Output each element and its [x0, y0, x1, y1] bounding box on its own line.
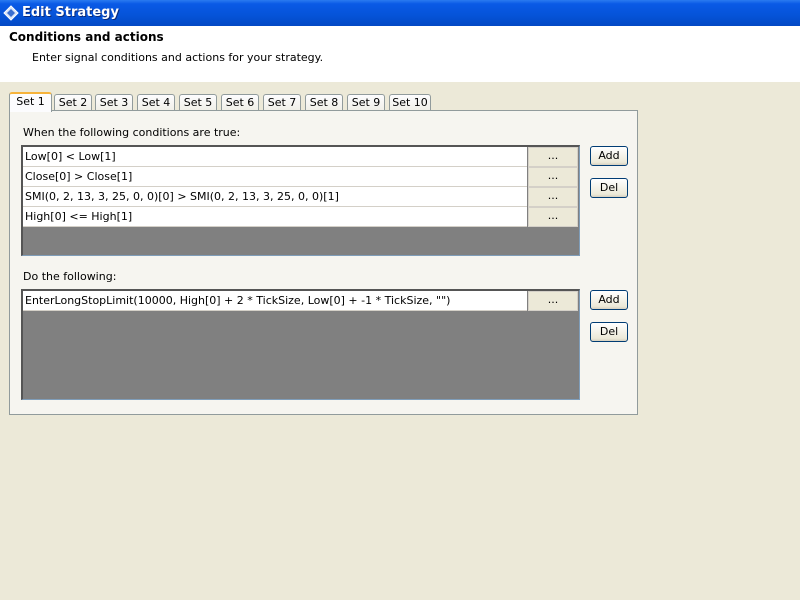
tab-set-6[interactable]: Set 6	[221, 94, 259, 111]
wizard-header: Conditions and actions Enter signal cond…	[0, 26, 800, 82]
edit-condition-button[interactable]: ...	[528, 147, 578, 167]
tab-set-10[interactable]: Set 10	[389, 94, 431, 111]
strategy-diamond-icon	[3, 5, 19, 21]
condition-expression[interactable]: Close[0] > Close[1]	[23, 167, 527, 187]
condition-expression[interactable]: SMI(0, 2, 13, 3, 25, 0, 0)[0] > SMI(0, 2…	[23, 187, 527, 207]
tab-panel: When the following conditions are true: …	[9, 110, 638, 415]
edit-condition-button[interactable]: ...	[528, 187, 578, 207]
condition-expression[interactable]: High[0] <= High[1]	[23, 207, 527, 227]
page-heading: Conditions and actions	[9, 30, 164, 44]
condition-expression[interactable]: Low[0] < Low[1]	[23, 147, 527, 167]
add-action-button[interactable]: Add	[590, 290, 628, 310]
delete-action-button[interactable]: Del	[590, 322, 628, 342]
add-condition-button[interactable]: Add	[590, 146, 628, 166]
edit-condition-button[interactable]: ...	[528, 167, 578, 187]
title-bar[interactable]: Edit Strategy	[0, 0, 800, 26]
edit-action-button[interactable]: ...	[528, 291, 578, 311]
tab-set-3[interactable]: Set 3	[95, 94, 133, 111]
conditions-label: When the following conditions are true:	[23, 126, 241, 139]
delete-condition-button[interactable]: Del	[590, 178, 628, 198]
tab-set-9[interactable]: Set 9	[347, 94, 385, 111]
window-title: Edit Strategy	[22, 5, 119, 20]
tab-set-4[interactable]: Set 4	[137, 94, 175, 111]
tab-set-2[interactable]: Set 2	[54, 94, 92, 111]
tab-set-8[interactable]: Set 8	[305, 94, 343, 111]
page-subtitle: Enter signal conditions and actions for …	[32, 51, 324, 64]
tab-set-5[interactable]: Set 5	[179, 94, 217, 111]
actions-list[interactable]: EnterLongStopLimit(10000, High[0] + 2 * …	[21, 289, 580, 400]
tab-set-1[interactable]: Set 1	[9, 92, 52, 112]
action-expression[interactable]: EnterLongStopLimit(10000, High[0] + 2 * …	[23, 291, 527, 311]
actions-label: Do the following:	[23, 270, 117, 283]
tab-set-7[interactable]: Set 7	[263, 94, 301, 111]
conditions-list[interactable]: Low[0] < Low[1] ... Close[0] > Close[1] …	[21, 145, 580, 256]
edit-condition-button[interactable]: ...	[528, 207, 578, 227]
